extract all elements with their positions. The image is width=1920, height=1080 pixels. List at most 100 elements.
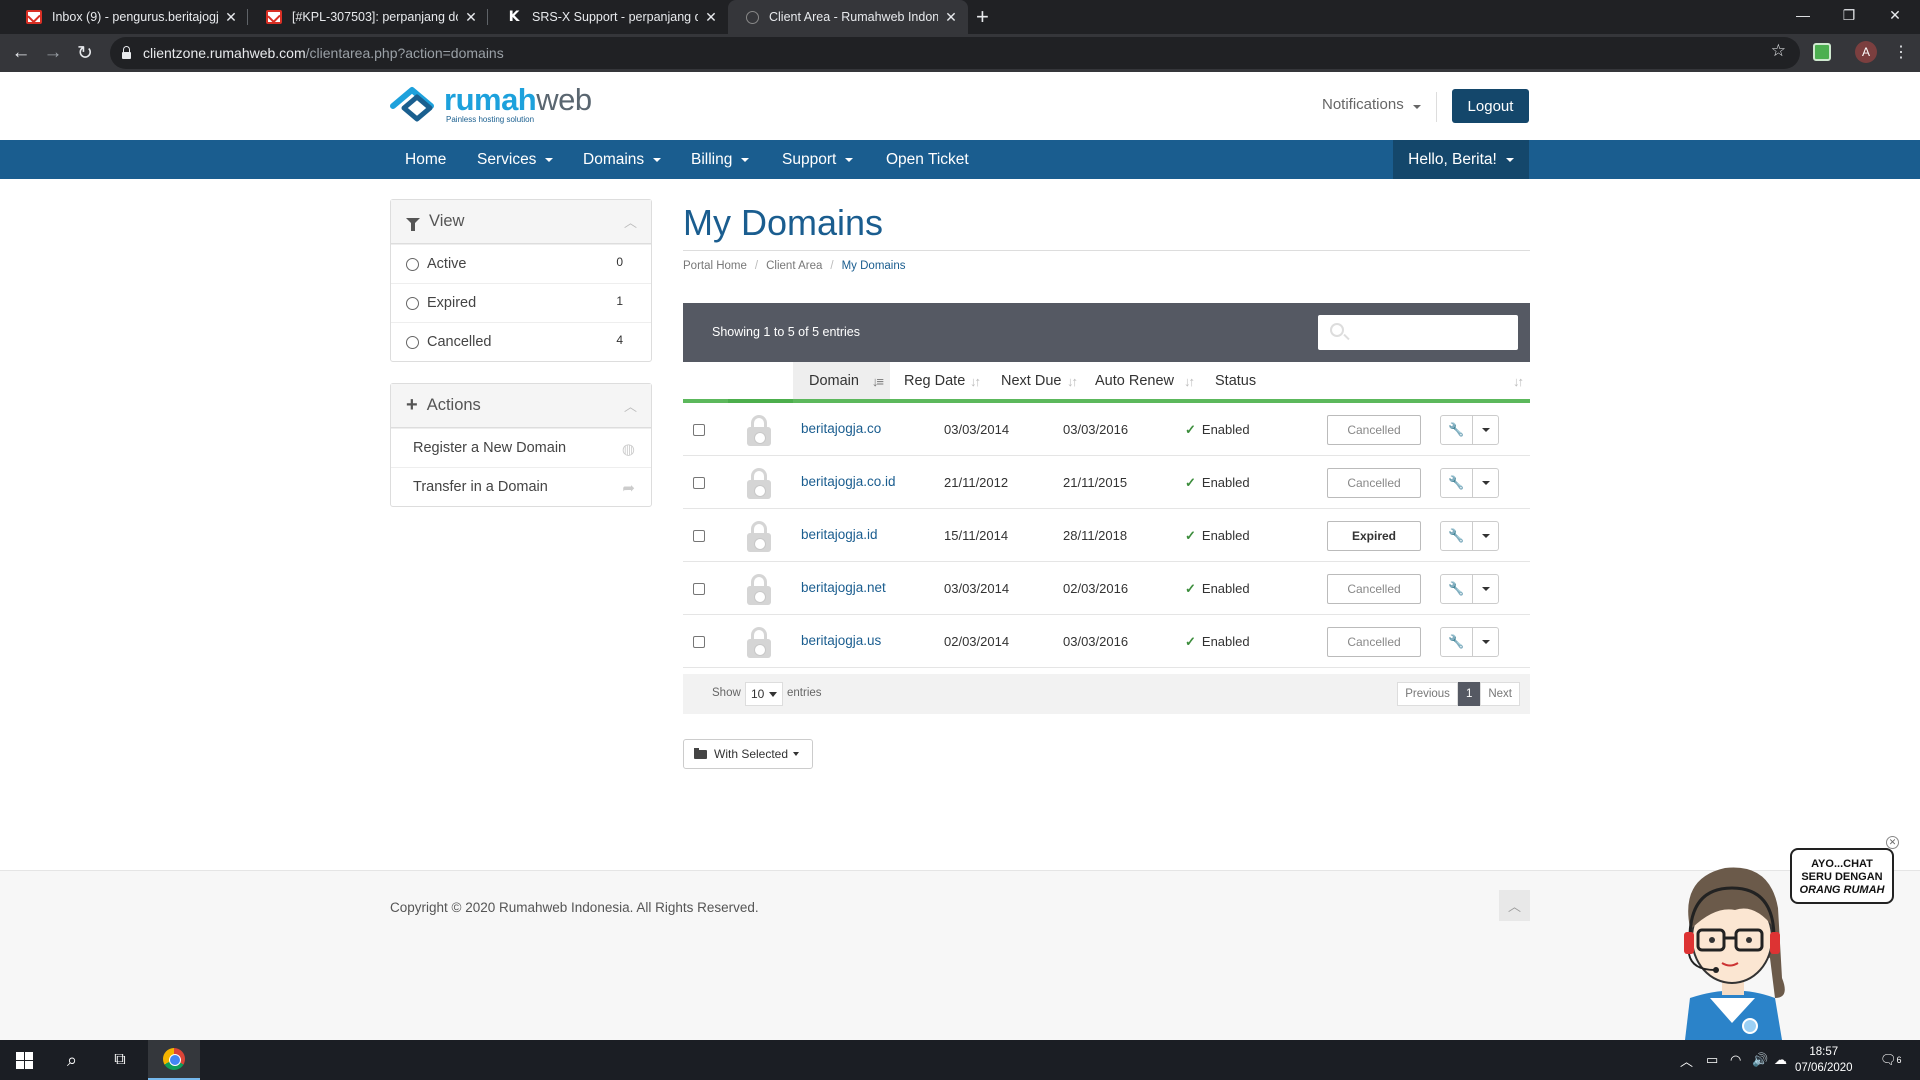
close-tab-icon[interactable]: ✕ [704,9,718,26]
domain-link[interactable]: beritajogja.co.id [801,474,896,489]
back-icon[interactable]: ← [8,40,34,66]
close-chat-icon[interactable]: ✕ [1886,836,1899,849]
restore-icon[interactable]: ❐ [1826,0,1872,30]
page-length-select[interactable]: 10 [745,682,783,706]
nav-home[interactable]: Home [405,140,446,179]
window-close-icon[interactable]: ✕ [1872,0,1918,30]
nav-support[interactable]: Support [782,140,854,179]
pager-page-current[interactable]: 1 [1457,682,1481,706]
th-status[interactable]: Status [1201,362,1293,403]
url-field[interactable]: clientzone.rumahweb.com/clientarea.php?a… [110,37,1800,69]
caret-down-icon [741,157,750,162]
pager-next[interactable]: Next [1480,682,1520,706]
radio-button[interactable] [406,296,419,310]
start-button[interactable] [0,1040,48,1080]
auto-renew: ✓ Enabled [1185,475,1250,491]
filter-count: 1 [616,294,623,308]
browser-tab-active[interactable]: Client Area - Rumahweb Indones ✕ [728,0,968,34]
live-chat-widget[interactable]: AYO...CHAT SERU DENGAN ORANG RUMAH ✕ [1670,836,1899,1040]
domain-link[interactable]: beritajogja.net [801,580,886,595]
cloud-icon[interactable]: ☁ [1774,1040,1787,1080]
reload-icon[interactable]: ↻ [72,40,98,66]
filter-cancelled[interactable]: Cancelled 4 [391,322,651,361]
browser-tab[interactable]: Inbox (9) - pengurus.beritajogja@ ✕ [8,0,248,34]
logo-word-web: web [536,81,592,117]
rumahweb-logo[interactable]: rumahweb Painless hosting solution [390,84,592,124]
row-checkbox[interactable] [693,636,705,648]
radio-button[interactable] [406,335,419,349]
task-view-icon[interactable]: ⧉ [96,1040,144,1080]
th-next-due[interactable]: Next Due ↓↑ [987,362,1084,403]
th-auto-renew[interactable]: Auto Renew ↓↑ [1084,362,1201,403]
tray-chevron-icon[interactable]: ︿ [1680,1040,1693,1080]
chevron-up-icon[interactable]: ︿ [624,396,637,415]
domain-link[interactable]: beritajogja.co [801,421,881,436]
profile-avatar[interactable]: A [1855,41,1877,63]
wifi-icon[interactable]: ◠ [1730,1040,1741,1080]
volume-icon[interactable]: 🔊 [1752,1040,1768,1080]
close-tab-icon[interactable]: ✕ [224,9,238,26]
row-actions-dropdown[interactable] [1472,415,1499,445]
action-center-icon[interactable]: 🗨 6 [1880,1040,1902,1080]
domain-link[interactable]: beritajogja.id [801,527,878,542]
filter-active[interactable]: Active 0 [391,244,651,283]
battery-icon[interactable]: ▭ [1706,1040,1718,1080]
browser-tab[interactable]: K SRS-X Support - perpanjang don ✕ [488,0,728,34]
browser-tab[interactable]: [#KPL-307503]: perpanjang dom ✕ [248,0,488,34]
table-row: beritajogja.us 02/03/2014 03/03/2016 ✓ En… [683,615,1530,668]
wrench-icon[interactable]: 🔧 [1440,574,1473,604]
caret-down-icon [769,692,777,697]
search-input[interactable] [1318,315,1518,350]
breadcrumb-portal-home[interactable]: Portal Home [683,260,747,272]
row-actions-dropdown[interactable] [1472,574,1499,604]
row-actions-dropdown[interactable] [1472,627,1499,657]
search-taskbar-icon[interactable]: ⌕ [48,1040,96,1080]
wrench-icon[interactable]: 🔧 [1440,521,1473,551]
th-actions[interactable]: ↓↑ [1293,362,1530,403]
breadcrumb-client-area[interactable]: Client Area [766,260,822,272]
th-reg-date[interactable]: Reg Date ↓↑ [890,362,987,403]
row-checkbox[interactable] [693,530,705,542]
new-tab-icon[interactable]: + [976,4,989,30]
chevron-up-icon[interactable]: ︿ [624,212,637,231]
with-selected-button[interactable]: With Selected [683,739,813,769]
close-tab-icon[interactable]: ✕ [944,9,958,26]
browser-menu-icon[interactable]: ⋮ [1893,42,1909,62]
account-menu[interactable]: Hello, Berita! [1393,140,1529,179]
nav-domains[interactable]: Domains [583,140,662,179]
row-actions-dropdown[interactable] [1472,468,1499,498]
wrench-icon[interactable]: 🔧 [1440,627,1473,657]
actions-panel-header[interactable]: + Actions ︿ [391,384,651,428]
domain-link[interactable]: beritajogja.us [801,633,881,648]
register-domain-link[interactable]: Register a New Domain ◍ [391,428,651,467]
logout-button[interactable]: Logout [1452,89,1529,123]
transfer-domain-link[interactable]: Transfer in a Domain ➦ [391,467,651,506]
filter-expired[interactable]: Expired 1 [391,283,651,322]
notifications-dropdown[interactable]: Notifications [1322,96,1421,113]
extension-icon[interactable] [1813,43,1831,61]
back-to-top-icon[interactable]: ︿ [1499,890,1530,921]
forward-icon[interactable]: → [40,40,66,66]
close-tab-icon[interactable]: ✕ [464,9,478,26]
wrench-icon[interactable]: 🔧 [1440,415,1473,445]
nav-services[interactable]: Services [477,140,554,179]
chrome-taskbar-icon[interactable] [148,1040,200,1080]
nav-open-ticket[interactable]: Open Ticket [886,140,969,179]
site-footer: Copyright © 2020 Rumahweb Indonesia. All… [0,870,1920,1040]
bookmark-star-icon[interactable]: ☆ [1771,41,1786,61]
nav-billing[interactable]: Billing [691,140,750,179]
system-clock[interactable]: 18:57 07/06/2020 [1795,1044,1853,1076]
row-actions-dropdown[interactable] [1472,521,1499,551]
th-domain[interactable]: Domain ↓≡ [793,362,890,403]
pager-previous[interactable]: Previous [1397,682,1458,706]
row-checkbox[interactable] [693,424,705,436]
view-panel-header[interactable]: View ︿ [391,200,651,244]
caret-down-icon [1481,534,1490,538]
minimize-icon[interactable]: — [1780,0,1826,30]
windows-logo-icon [15,1051,33,1069]
row-checkbox[interactable] [693,477,705,489]
radio-button[interactable] [406,257,419,271]
wrench-icon[interactable]: 🔧 [1440,468,1473,498]
chat-bubble[interactable]: AYO...CHAT SERU DENGAN ORANG RUMAH [1790,848,1894,904]
row-checkbox[interactable] [693,583,705,595]
